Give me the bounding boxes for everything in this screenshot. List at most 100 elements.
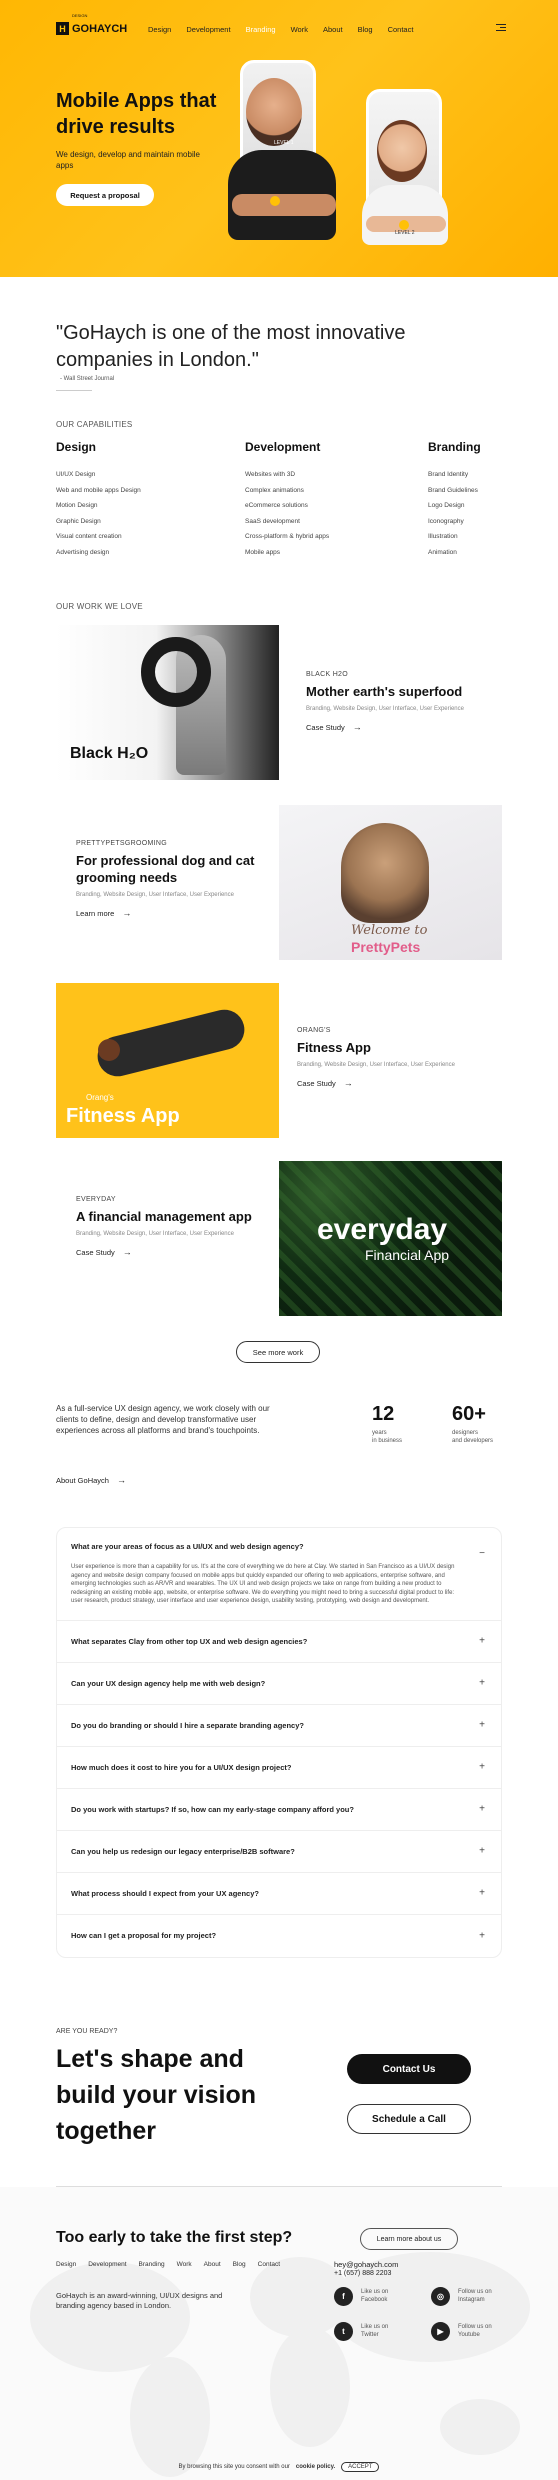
testimonial-quote: "GoHaych is one of the most innovative c… bbox=[56, 322, 406, 371]
social-facebook[interactable]: f Like us on Facebook bbox=[334, 2287, 388, 2306]
nav-development[interactable]: Development bbox=[186, 25, 230, 34]
footer-phone[interactable]: +1 (657) 888 2203 bbox=[334, 2270, 391, 2277]
social-label: Like us on Facebook bbox=[361, 2289, 389, 2303]
faq-item[interactable]: Can your UX design agency help me with w… bbox=[57, 1663, 501, 1705]
work-image-orangs[interactable]: Orang's Fitness App bbox=[56, 983, 279, 1138]
capability-design: Design UI/UX Design Web and mobile apps … bbox=[56, 440, 141, 560]
social-youtube[interactable]: ▶ Follow us on Youtube bbox=[431, 2322, 492, 2341]
faq-question: What are your areas of focus as a UI/UX … bbox=[71, 1542, 304, 1551]
work-meta-prettypets: PRETTYPETSGROOMING For professional dog … bbox=[76, 840, 266, 918]
capability-item[interactable]: Iconography bbox=[428, 514, 481, 530]
cta-title: Let's shape and build your vision togeth… bbox=[56, 2045, 257, 2145]
capability-item[interactable]: Complex animations bbox=[245, 483, 329, 499]
instagram-icon: ◎ bbox=[431, 2287, 450, 2306]
expand-icon[interactable]: + bbox=[479, 1930, 485, 1941]
nav-design[interactable]: Design bbox=[148, 25, 171, 34]
social-twitter[interactable]: t Like us on Twitter bbox=[334, 2322, 388, 2341]
logo-mark: H bbox=[56, 22, 69, 35]
stat-number: 12 bbox=[372, 1403, 395, 1425]
main-nav: Design Development Branding Work About B… bbox=[148, 25, 413, 34]
footer-nav-development[interactable]: Development bbox=[88, 2261, 126, 2268]
capability-item[interactable]: Web and mobile apps Design bbox=[56, 483, 141, 499]
footer-nav-about[interactable]: About bbox=[204, 2261, 221, 2268]
faq-item[interactable]: Do you do branding or should I hire a se… bbox=[57, 1705, 501, 1747]
case-study-label: Case Study bbox=[297, 1078, 336, 1088]
faq-item-open[interactable]: What are your areas of focus as a UI/UX … bbox=[57, 1528, 501, 1621]
logo[interactable]: H GOHAYCH bbox=[56, 22, 127, 35]
faq-question: Do you work with startups? If so, how ca… bbox=[71, 1804, 354, 1814]
faq-question: Can you help us redesign our legacy ente… bbox=[71, 1846, 295, 1856]
capability-item[interactable]: Cross-platform & hybrid apps bbox=[245, 529, 329, 545]
facebook-icon: f bbox=[334, 2287, 353, 2306]
footer-description: GoHaych is an award-winning, UI/UX desig… bbox=[56, 2291, 223, 2310]
nav-blog[interactable]: Blog bbox=[358, 25, 373, 34]
footer: Too early to take the first step? Learn … bbox=[0, 2187, 558, 2480]
footer-nav-branding[interactable]: Branding bbox=[139, 2261, 165, 2268]
work-image-prettypets[interactable]: Welcome to PrettyPets bbox=[279, 805, 502, 960]
capability-item[interactable]: SaaS development bbox=[245, 514, 329, 530]
arrow-right-icon: → bbox=[343, 1078, 353, 1088]
footer-nav-work[interactable]: Work bbox=[177, 2261, 192, 2268]
schedule-call-button[interactable]: Schedule a Call bbox=[347, 2104, 471, 2134]
capability-item[interactable]: Illustration bbox=[428, 529, 481, 545]
social-instagram[interactable]: ◎ Follow us on Instagram bbox=[431, 2287, 492, 2306]
faq-item[interactable]: What separates Clay from other top UX an… bbox=[57, 1621, 501, 1663]
expand-icon[interactable]: + bbox=[479, 1804, 485, 1815]
expand-icon[interactable]: + bbox=[479, 1678, 485, 1689]
early-step-heading: Too early to take the first step? bbox=[56, 2229, 293, 2246]
faq-question: Can your UX design agency help me with w… bbox=[71, 1678, 266, 1688]
capability-item[interactable]: Mobile apps bbox=[245, 545, 329, 561]
case-study-link[interactable]: Case Study → bbox=[297, 1078, 497, 1088]
case-study-link[interactable]: Case Study → bbox=[76, 1247, 266, 1257]
capability-item[interactable]: Websites with 3D bbox=[245, 467, 329, 483]
expand-icon[interactable]: + bbox=[479, 1636, 485, 1647]
work-image-everyday[interactable]: everyday Financial App bbox=[279, 1161, 502, 1316]
capability-item[interactable]: Visual content creation bbox=[56, 529, 141, 545]
hamburger-menu-icon[interactable] bbox=[496, 24, 506, 32]
faq-item[interactable]: How can I get a proposal for my project?… bbox=[57, 1915, 501, 1957]
learn-more-about-us-button[interactable]: Learn more about us bbox=[360, 2228, 458, 2250]
dog-photo bbox=[341, 823, 429, 923]
work-image-blackh2o[interactable]: Black H₂O bbox=[56, 625, 279, 780]
capability-item[interactable]: UI/UX Design bbox=[56, 467, 141, 483]
expand-icon[interactable]: + bbox=[479, 1846, 485, 1857]
contact-us-button[interactable]: Contact Us bbox=[347, 2054, 471, 2084]
capability-item[interactable]: Brand Guidelines bbox=[428, 483, 481, 499]
learn-more-link[interactable]: Learn more → bbox=[76, 908, 266, 918]
about-gohaych-link[interactable]: About GoHaych → bbox=[56, 1475, 126, 1485]
capabilities-label: OUR CAPABILITIES bbox=[56, 420, 133, 429]
faq-accordion: What are your areas of focus as a UI/UX … bbox=[56, 1527, 502, 1958]
nav-work[interactable]: Work bbox=[291, 25, 308, 34]
nav-about[interactable]: About bbox=[323, 25, 343, 34]
collapse-icon[interactable]: − bbox=[479, 1548, 485, 1559]
capability-item[interactable]: Graphic Design bbox=[56, 514, 141, 530]
work-label: OUR WORK WE LOVE bbox=[56, 602, 143, 611]
faq-item[interactable]: Do you work with startups? If so, how ca… bbox=[57, 1789, 501, 1831]
capability-item[interactable]: Logo Design bbox=[428, 498, 481, 514]
faq-item[interactable]: How much does it cost to hire you for a … bbox=[57, 1747, 501, 1789]
faq-item[interactable]: What process should I expect from your U… bbox=[57, 1873, 501, 1915]
cookie-text: By browsing this site you consent with o… bbox=[178, 2464, 290, 2470]
capability-item[interactable]: Motion Design bbox=[56, 498, 141, 514]
cookie-policy-link[interactable]: cookie policy. bbox=[296, 2464, 335, 2470]
request-proposal-button[interactable]: Request a proposal bbox=[56, 184, 154, 206]
see-more-work-button[interactable]: See more work bbox=[236, 1341, 320, 1363]
case-study-link[interactable]: Case Study → bbox=[306, 722, 506, 732]
accept-cookies-button[interactable]: ACCEPT bbox=[341, 2462, 380, 2472]
footer-email[interactable]: hey@gohaych.com bbox=[334, 2260, 398, 2269]
work-categories: Branding, Website Design, User Interface… bbox=[76, 892, 234, 898]
faq-item[interactable]: Can you help us redesign our legacy ente… bbox=[57, 1831, 501, 1873]
footer-nav-design[interactable]: Design bbox=[56, 2261, 76, 2268]
capability-item[interactable]: Animation bbox=[428, 545, 481, 561]
expand-icon[interactable]: + bbox=[479, 1720, 485, 1731]
capability-item[interactable]: Brand Identity bbox=[428, 467, 481, 483]
expand-icon[interactable]: + bbox=[479, 1762, 485, 1773]
footer-nav-contact[interactable]: Contact bbox=[258, 2261, 280, 2268]
nav-contact[interactable]: Contact bbox=[388, 25, 414, 34]
man-arms bbox=[232, 194, 336, 216]
capability-item[interactable]: Advertising design bbox=[56, 545, 141, 561]
footer-nav-blog[interactable]: Blog bbox=[233, 2261, 246, 2268]
nav-branding[interactable]: Branding bbox=[246, 25, 276, 34]
expand-icon[interactable]: + bbox=[479, 1888, 485, 1899]
capability-item[interactable]: eCommerce solutions bbox=[245, 498, 329, 514]
